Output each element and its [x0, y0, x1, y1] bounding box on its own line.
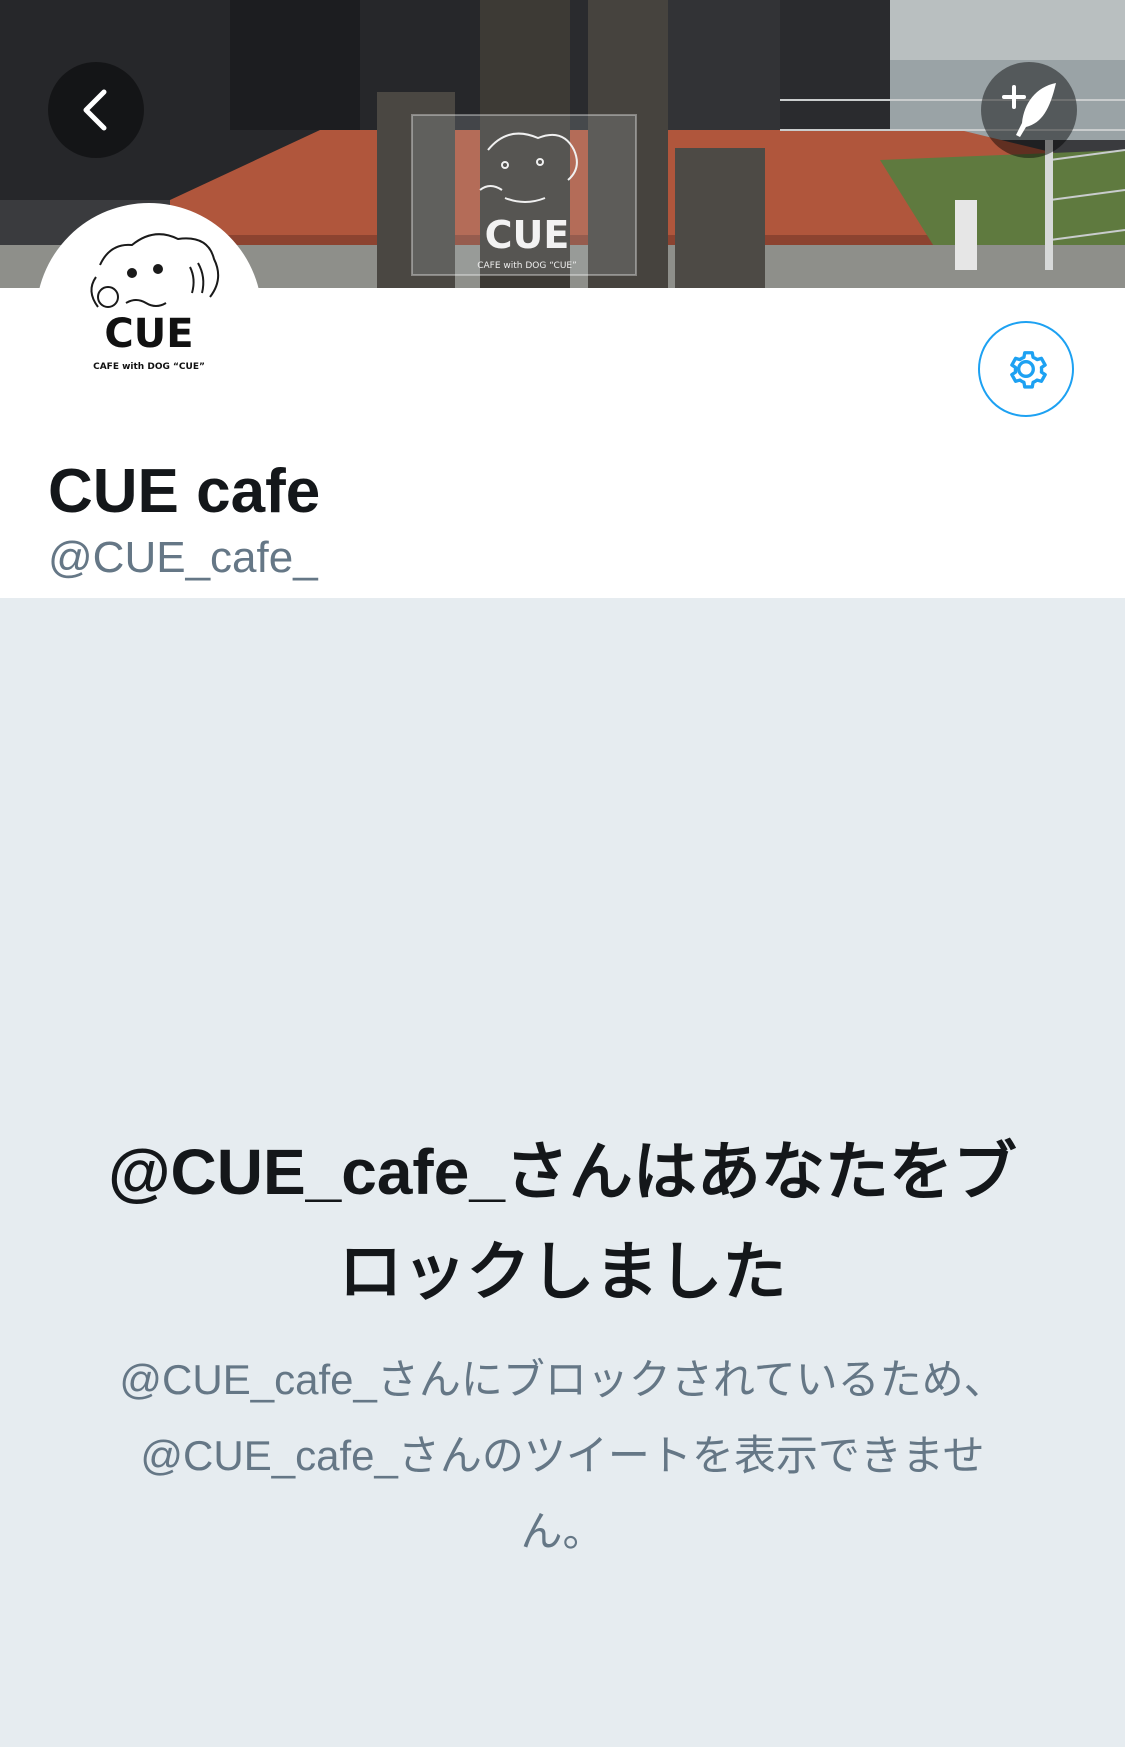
- avatar-logo-subtitle: CAFE with DOG “CUE”: [93, 362, 205, 372]
- gear-icon: [1010, 351, 1047, 389]
- blocked-message: @CUE_cafe_さんはあなたをブロックしました @CUE_cafe_さんにブ…: [90, 1122, 1035, 1570]
- settings-button[interactable]: [978, 321, 1074, 417]
- banner-sign-logo: CUE: [485, 213, 570, 257]
- avatar[interactable]: CUE CAFE with DOG “CUE”: [36, 203, 262, 429]
- avatar-logo: CUE CAFE with DOG “CUE”: [40, 207, 258, 425]
- blocked-description: @CUE_cafe_さんにブロックされているため、@CUE_cafe_さんのツイ…: [119, 1356, 1006, 1555]
- user-handle: @CUE_cafe_: [48, 533, 318, 582]
- back-button[interactable]: [48, 62, 144, 158]
- display-name: CUE cafe: [48, 457, 321, 526]
- chevron-left-icon: [83, 89, 107, 131]
- avatar-logo-text: CUE: [104, 311, 193, 357]
- compose-tweet-icon: [1002, 83, 1056, 137]
- compose-tweet-button[interactable]: [981, 62, 1077, 158]
- blocked-title: @CUE_cafe_さんはあなたをブロックしました: [108, 1136, 1017, 1308]
- banner-sign-subtitle: CAFE with DOG “CUE”: [477, 261, 577, 271]
